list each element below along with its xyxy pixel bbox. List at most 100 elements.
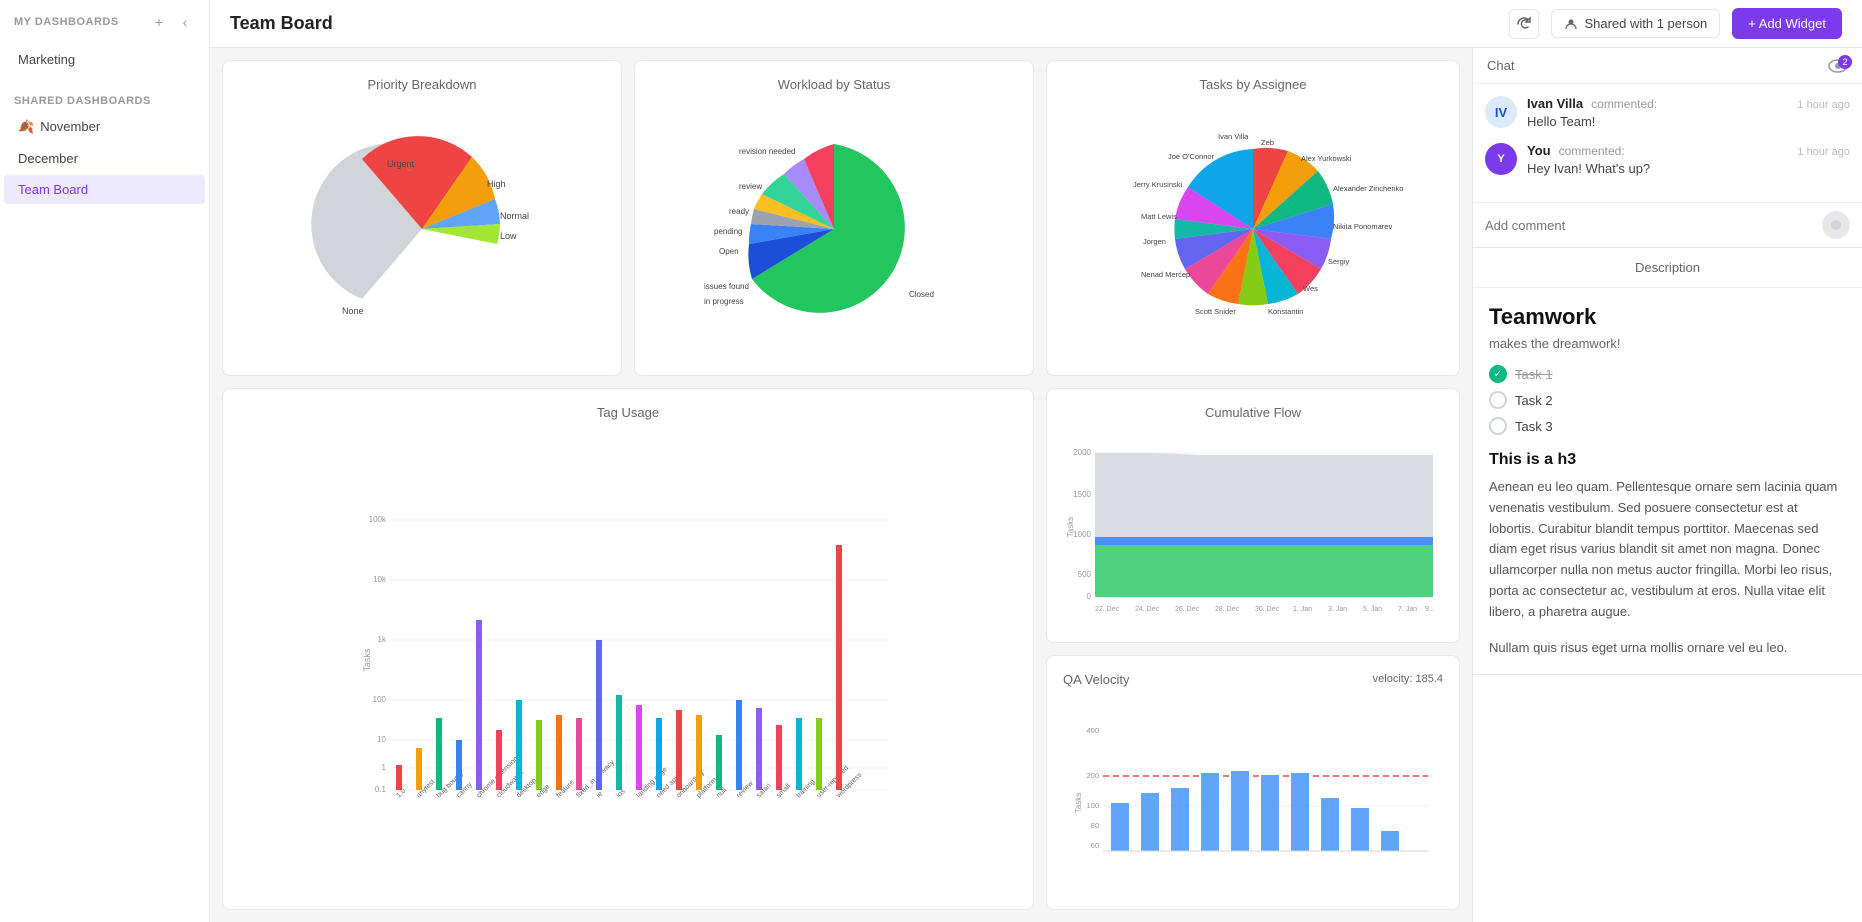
svg-text:in progress: in progress (704, 297, 744, 306)
november-emoji: 🍂 (18, 119, 34, 134)
svg-text:5. Jan: 5. Jan (1363, 606, 1382, 613)
description-h3: This is a h3 (1489, 451, 1846, 469)
velocity-label: velocity: 185.4 (1373, 673, 1443, 685)
chat-action: commented: (1591, 97, 1657, 111)
qa-velocity-chart: 400 200 100 80 60 Tasks (1063, 693, 1443, 893)
chat-time: 1 hour ago (1797, 146, 1850, 158)
svg-text:ie: ie (595, 791, 604, 800)
shared-button[interactable]: Shared with 1 person (1551, 9, 1720, 38)
svg-text:400: 400 (1086, 726, 1099, 735)
svg-text:Scott Snider: Scott Snider (1195, 307, 1236, 316)
svg-text:22. Dec: 22. Dec (1095, 606, 1120, 613)
svg-text:revision needed: revision needed (739, 147, 795, 156)
priority-breakdown-title: Priority Breakdown (239, 77, 605, 92)
svg-text:Nenad Merćep: Nenad Merćep (1141, 270, 1190, 279)
chat-input-area (1473, 202, 1862, 247)
task-label: Task 3 (1515, 419, 1553, 434)
sidebar-item-team-board[interactable]: Team Board (4, 175, 205, 204)
sidebar-item-label: November (40, 119, 100, 134)
sidebar: MY DASHBOARDS + ‹ Marketing SHARED DASHB… (0, 0, 210, 922)
chat-author: You (1527, 143, 1551, 158)
sidebar-item-december[interactable]: December (4, 144, 205, 173)
svg-text:Wes: Wes (1303, 284, 1318, 293)
chat-input[interactable] (1485, 218, 1814, 233)
svg-text:Ivan Villa: Ivan Villa (1218, 132, 1249, 141)
cumulative-flow-title: Cumulative Flow (1063, 405, 1443, 420)
description-section: Description Teamwork makes the dreamwork… (1473, 248, 1862, 675)
send-icon (1830, 219, 1842, 231)
chat-message-header: Ivan Villa commented: 1 hour ago (1527, 96, 1850, 111)
task-item: Task 2 (1489, 391, 1846, 409)
svg-text:Open: Open (719, 247, 739, 256)
chat-send-button[interactable] (1822, 211, 1850, 239)
topbar: Team Board Shared with 1 person + Add Wi… (210, 0, 1862, 48)
svg-text:Closed: Closed (909, 290, 934, 299)
sidebar-item-november[interactable]: 🍂 November (4, 112, 205, 142)
page-title: Team Board (230, 13, 333, 34)
svg-text:Jerry Krusinski: Jerry Krusinski (1133, 180, 1183, 189)
add-dashboard-button[interactable]: + (149, 12, 169, 32)
svg-text:100: 100 (1086, 801, 1099, 810)
task-checkbox[interactable] (1489, 417, 1507, 435)
cumulative-flow-widget: Cumulative Flow 2000 1500 1000 500 0 Tas… (1046, 388, 1460, 643)
svg-text:1000: 1000 (1073, 530, 1091, 539)
workload-by-status-title: Workload by Status (651, 77, 1017, 92)
main-area: Team Board Shared with 1 person + Add Wi… (210, 0, 1862, 922)
svg-text:100: 100 (373, 695, 387, 704)
svg-text:ready: ready (729, 207, 749, 216)
eye-badge: 2 (1828, 59, 1848, 73)
cumulative-flow-chart: 2000 1500 1000 500 0 Tasks (1063, 428, 1443, 626)
shared-label: Shared with 1 person (1584, 16, 1707, 31)
svg-text:Tasks: Tasks (1074, 793, 1083, 813)
svg-text:1: 1 (382, 763, 387, 772)
svg-text:3. Jan: 3. Jan (1328, 606, 1347, 613)
task-checkbox[interactable]: ✓ (1489, 365, 1507, 383)
sidebar-item-label: December (18, 151, 78, 166)
chat-text: Hey Ivan! What's up? (1527, 161, 1850, 176)
user-icon (1564, 17, 1578, 31)
chat-message: Y You commented: 1 hour ago Hey Ivan! Wh… (1485, 143, 1850, 176)
svg-text:9...: 9... (1425, 606, 1435, 613)
svg-text:Urgent: Urgent (387, 159, 415, 169)
task-label: Task 1 (1515, 367, 1553, 382)
svg-text:High: High (487, 179, 506, 189)
chat-action: commented: (1559, 144, 1625, 158)
svg-text:Tasks: Tasks (362, 648, 372, 672)
add-widget-button[interactable]: + Add Widget (1732, 8, 1842, 39)
task-list: ✓ Task 1 Task 2 Task 3 (1489, 365, 1846, 435)
svg-text:None: None (342, 306, 364, 316)
svg-text:pending: pending (714, 227, 742, 236)
chat-header: Chat 2 (1473, 48, 1862, 84)
qa-velocity-widget: QA Velocity velocity: 185.4 400 200 100 … (1046, 655, 1460, 910)
svg-text:issues found: issues found (704, 282, 749, 291)
priority-breakdown-chart: Urgent High Normal Low None (239, 100, 605, 359)
svg-text:Jorgen: Jorgen (1143, 237, 1166, 246)
svg-text:7. Jan: 7. Jan (1398, 606, 1417, 613)
collapse-sidebar-button[interactable]: ‹ (175, 12, 195, 32)
qa-velocity-title: QA Velocity (1063, 672, 1129, 687)
my-dashboards-label: MY DASHBOARDS (14, 16, 119, 28)
svg-text:28. Dec: 28. Dec (1215, 606, 1240, 613)
right-panel: Chat 2 IV Ivan (1472, 48, 1862, 922)
chat-message-content: Ivan Villa commented: 1 hour ago Hello T… (1527, 96, 1850, 129)
content-area: Priority Breakdown (210, 48, 1862, 922)
svg-text:200: 200 (1086, 771, 1099, 780)
svg-text:26. Dec: 26. Dec (1175, 606, 1200, 613)
refresh-icon (1517, 17, 1531, 31)
svg-text:30. Dec: 30. Dec (1255, 606, 1280, 613)
task-item: ✓ Task 1 (1489, 365, 1846, 383)
svg-text:Zeb: Zeb (1261, 138, 1274, 147)
task-checkbox[interactable] (1489, 391, 1507, 409)
svg-text:500: 500 (1078, 570, 1092, 579)
svg-text:0: 0 (1087, 592, 1092, 601)
sidebar-item-marketing[interactable]: Marketing (4, 45, 205, 74)
chat-message: IV Ivan Villa commented: 1 hour ago Hell… (1485, 96, 1850, 129)
tag-usage-chart: 100k 10k 1k 100 10 1 0.1 (239, 428, 1017, 894)
tag-usage-widget: Tag Usage 100k 10k 1k 100 10 1 0.1 (222, 388, 1034, 911)
refresh-button[interactable] (1509, 9, 1539, 39)
task-label: Task 2 (1515, 393, 1553, 408)
svg-text:Konstantin: Konstantin (1268, 307, 1303, 316)
workload-by-status-chart: revision needed review ready pending Ope… (651, 100, 1017, 359)
description-title: Description (1473, 248, 1862, 288)
qa-velocity-header: QA Velocity velocity: 185.4 (1063, 672, 1443, 687)
